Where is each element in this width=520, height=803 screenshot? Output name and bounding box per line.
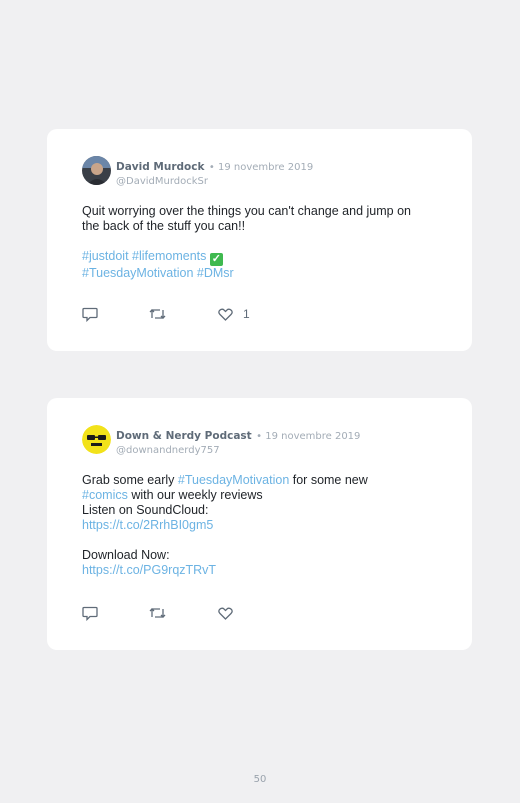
tweet-text-segment: for some new <box>289 473 368 487</box>
heart-icon <box>218 308 233 321</box>
url-link[interactable]: https://t.co/2RrhBI0gm5 <box>82 518 213 532</box>
hashtag-link[interactable]: #comics <box>82 488 128 502</box>
avatar[interactable] <box>82 156 111 185</box>
retweet-button[interactable] <box>149 605 166 621</box>
hashtag-link[interactable]: #lifemoments <box>132 249 206 263</box>
tweet-date: • 19 novembre 2019 <box>256 431 361 442</box>
like-count: 1 <box>243 307 250 321</box>
avatar[interactable] <box>82 425 111 454</box>
author-name[interactable]: Down & Nerdy Podcast <box>116 430 252 442</box>
tweet-text-line: Listen on SoundCloud: <box>82 503 209 517</box>
tweet-text-line: Quit worrying over the things you can't … <box>82 204 411 218</box>
tweet-card: David Murdock • 19 novembre 2019 @DavidM… <box>47 129 472 351</box>
retweet-icon <box>149 309 166 319</box>
reply-button[interactable] <box>82 306 98 322</box>
reply-icon <box>82 307 98 322</box>
hashtag-link[interactable]: #justdoit <box>82 249 129 263</box>
tweet-date: • 19 novembre 2019 <box>208 162 314 173</box>
author-handle[interactable]: @downandnerdy757 <box>116 445 360 456</box>
reply-icon <box>82 606 98 621</box>
url-link[interactable]: https://t.co/PG9rqzTRvT <box>82 563 216 577</box>
retweet-icon <box>149 608 166 618</box>
retweet-button[interactable] <box>149 306 166 322</box>
tweet-text: Quit worrying over the things you can't … <box>82 204 442 281</box>
author-handle[interactable]: @DavidMurdockSr <box>116 176 313 187</box>
tweet-text-line: Download Now: <box>82 548 170 562</box>
page-number: 50 <box>253 774 267 785</box>
tweet-actions <box>82 605 282 621</box>
reply-button[interactable] <box>82 605 98 621</box>
check-mark-icon: ✓ <box>209 253 223 266</box>
tweet-actions: 1 <box>82 306 282 322</box>
hashtag-link[interactable]: #TuesdayMotivation <box>178 473 289 487</box>
hashtag-link[interactable]: #DMsr <box>197 266 234 280</box>
tweet-text-line: the back of the stuff you can!! <box>82 219 246 233</box>
like-button[interactable]: 1 <box>218 306 250 322</box>
like-button[interactable] <box>218 605 233 621</box>
tweet-text-segment: Grab some early <box>82 473 178 487</box>
author-name[interactable]: David Murdock <box>116 161 204 173</box>
tweet-card: Down & Nerdy Podcast • 19 novembre 2019 … <box>47 398 472 650</box>
hashtag-link[interactable]: #TuesdayMotivation <box>82 266 193 280</box>
heart-icon <box>218 607 233 620</box>
tweet-text: Grab some early #TuesdayMotivation for s… <box>82 473 442 578</box>
tweet-text-segment: with our weekly reviews <box>127 488 263 502</box>
